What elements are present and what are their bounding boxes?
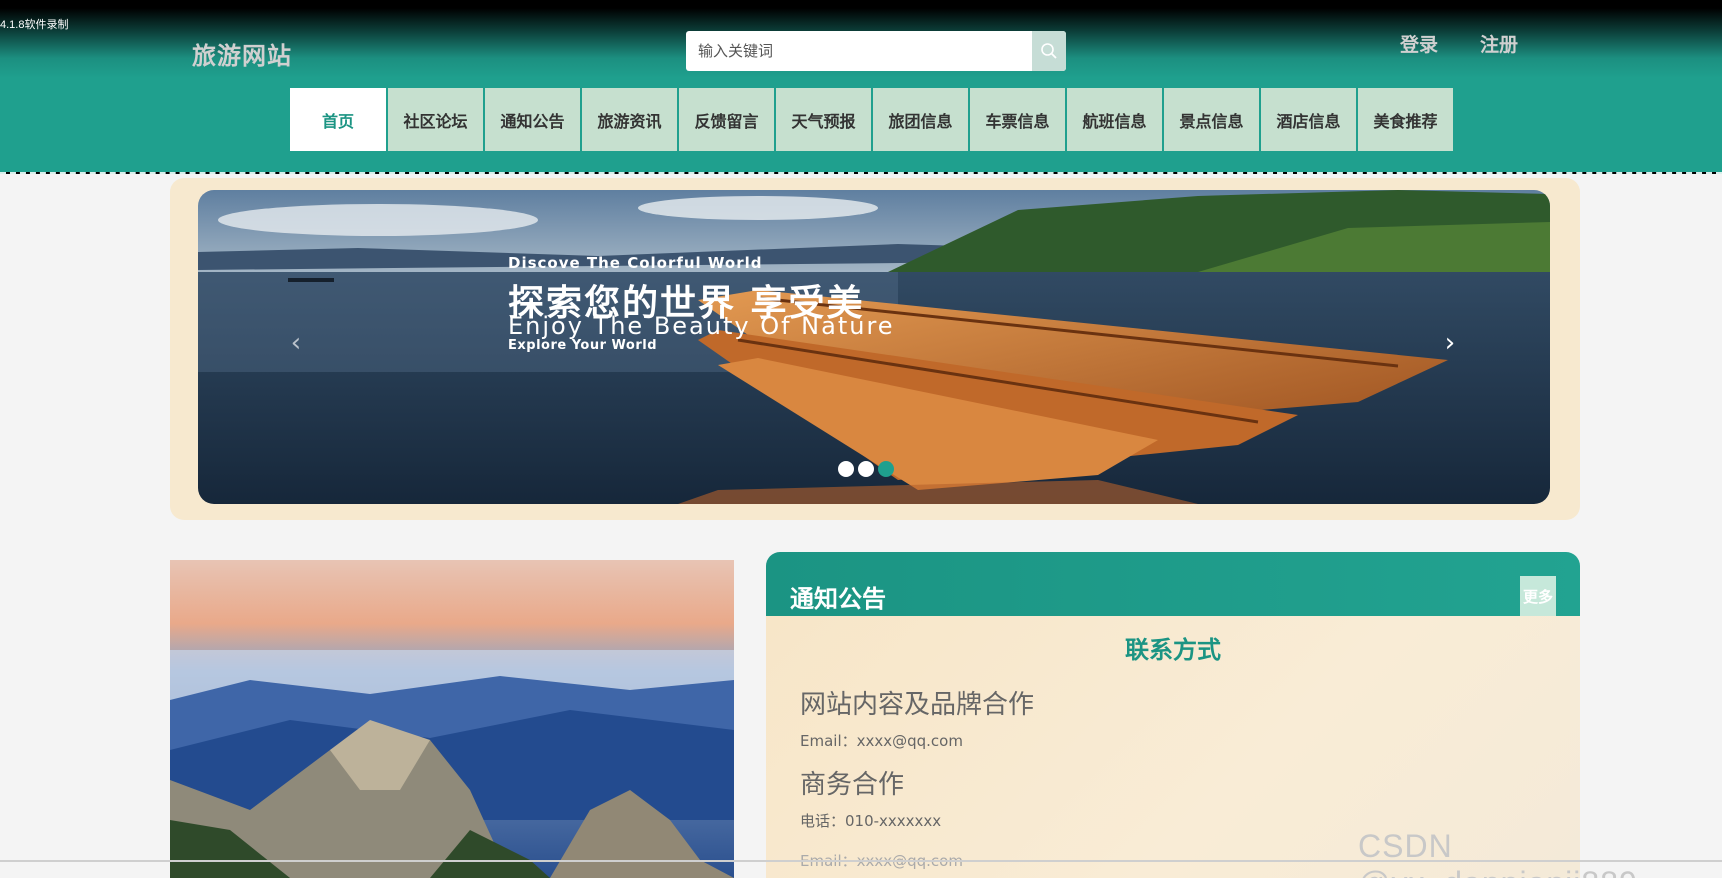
more-button[interactable]: 更多 — [1520, 576, 1556, 616]
notice-title: 通知公告 — [790, 585, 886, 613]
carousel-dots — [838, 461, 894, 477]
banner-subheadline: Enjoy The Beauty Of Nature — [508, 312, 895, 340]
search-box — [686, 31, 1066, 71]
section-email: Email：xxxx@qq.com — [800, 732, 963, 750]
banner-carousel[interactable]: Discove The Colorful World 探索您的世界 享受美 En… — [198, 190, 1550, 504]
search-input[interactable] — [686, 31, 1032, 71]
section-title-business: 商务合作 — [800, 770, 905, 800]
nav-item-food[interactable]: 美食推荐 — [1358, 88, 1453, 151]
carousel-dot[interactable] — [838, 461, 854, 477]
section-title-brand: 网站内容及品牌合作 — [800, 690, 1035, 720]
nav-item-feedback[interactable]: 反馈留言 — [679, 88, 774, 151]
nav-item-tickets[interactable]: 车票信息 — [970, 88, 1065, 151]
window-top-bar — [0, 0, 1722, 8]
feature-image[interactable] — [170, 560, 734, 878]
nav-item-notices[interactable]: 通知公告 — [485, 88, 580, 151]
nav-item-attractions[interactable]: 景点信息 — [1164, 88, 1259, 151]
mountain-image — [170, 560, 734, 878]
nav-item-home[interactable]: 首页 — [290, 88, 386, 151]
search-button[interactable] — [1032, 31, 1066, 71]
login-link[interactable]: 登录 — [1400, 30, 1438, 57]
section-phone: 电话：010-xxxxxxx — [800, 812, 942, 830]
banner-image — [198, 190, 1550, 504]
nav-item-travel-news[interactable]: 旅游资讯 — [582, 88, 677, 151]
nav-item-flights[interactable]: 航班信息 — [1067, 88, 1162, 151]
search-icon — [1041, 43, 1057, 59]
nav-item-forum[interactable]: 社区论坛 — [388, 88, 483, 151]
contact-title: 联系方式 — [1125, 636, 1221, 664]
notice-header: 通知公告 更多 — [766, 552, 1580, 616]
nav-item-tour-groups[interactable]: 旅团信息 — [873, 88, 968, 151]
banner-caption: Explore Your World — [508, 338, 658, 353]
banner-card: Discove The Colorful World 探索您的世界 享受美 En… — [170, 178, 1580, 520]
main-nav: 首页 社区论坛 通知公告 旅游资讯 反馈留言 天气预报 旅团信息 车票信息 航班… — [290, 88, 1453, 151]
carousel-prev-button[interactable]: ‹ — [286, 328, 306, 358]
recorder-label: 4.1.8软件录制 — [0, 19, 69, 31]
site-header: 旅游网站 登录 注册 首页 社区论坛 通知公告 旅游资讯 反馈留言 天气预报 旅… — [0, 8, 1722, 174]
carousel-next-button[interactable]: › — [1440, 328, 1460, 358]
carousel-dot[interactable] — [878, 461, 894, 477]
nav-item-weather[interactable]: 天气预报 — [776, 88, 871, 151]
bottom-divider — [0, 860, 1722, 862]
carousel-dot[interactable] — [858, 461, 874, 477]
site-logo[interactable]: 旅游网站 — [192, 36, 292, 71]
watermark: CSDN @vx_danpianji889 — [1358, 828, 1637, 878]
nav-item-hotels[interactable]: 酒店信息 — [1261, 88, 1356, 151]
banner-tagline: Discove The Colorful World — [508, 254, 763, 272]
register-link[interactable]: 注册 — [1480, 30, 1518, 57]
